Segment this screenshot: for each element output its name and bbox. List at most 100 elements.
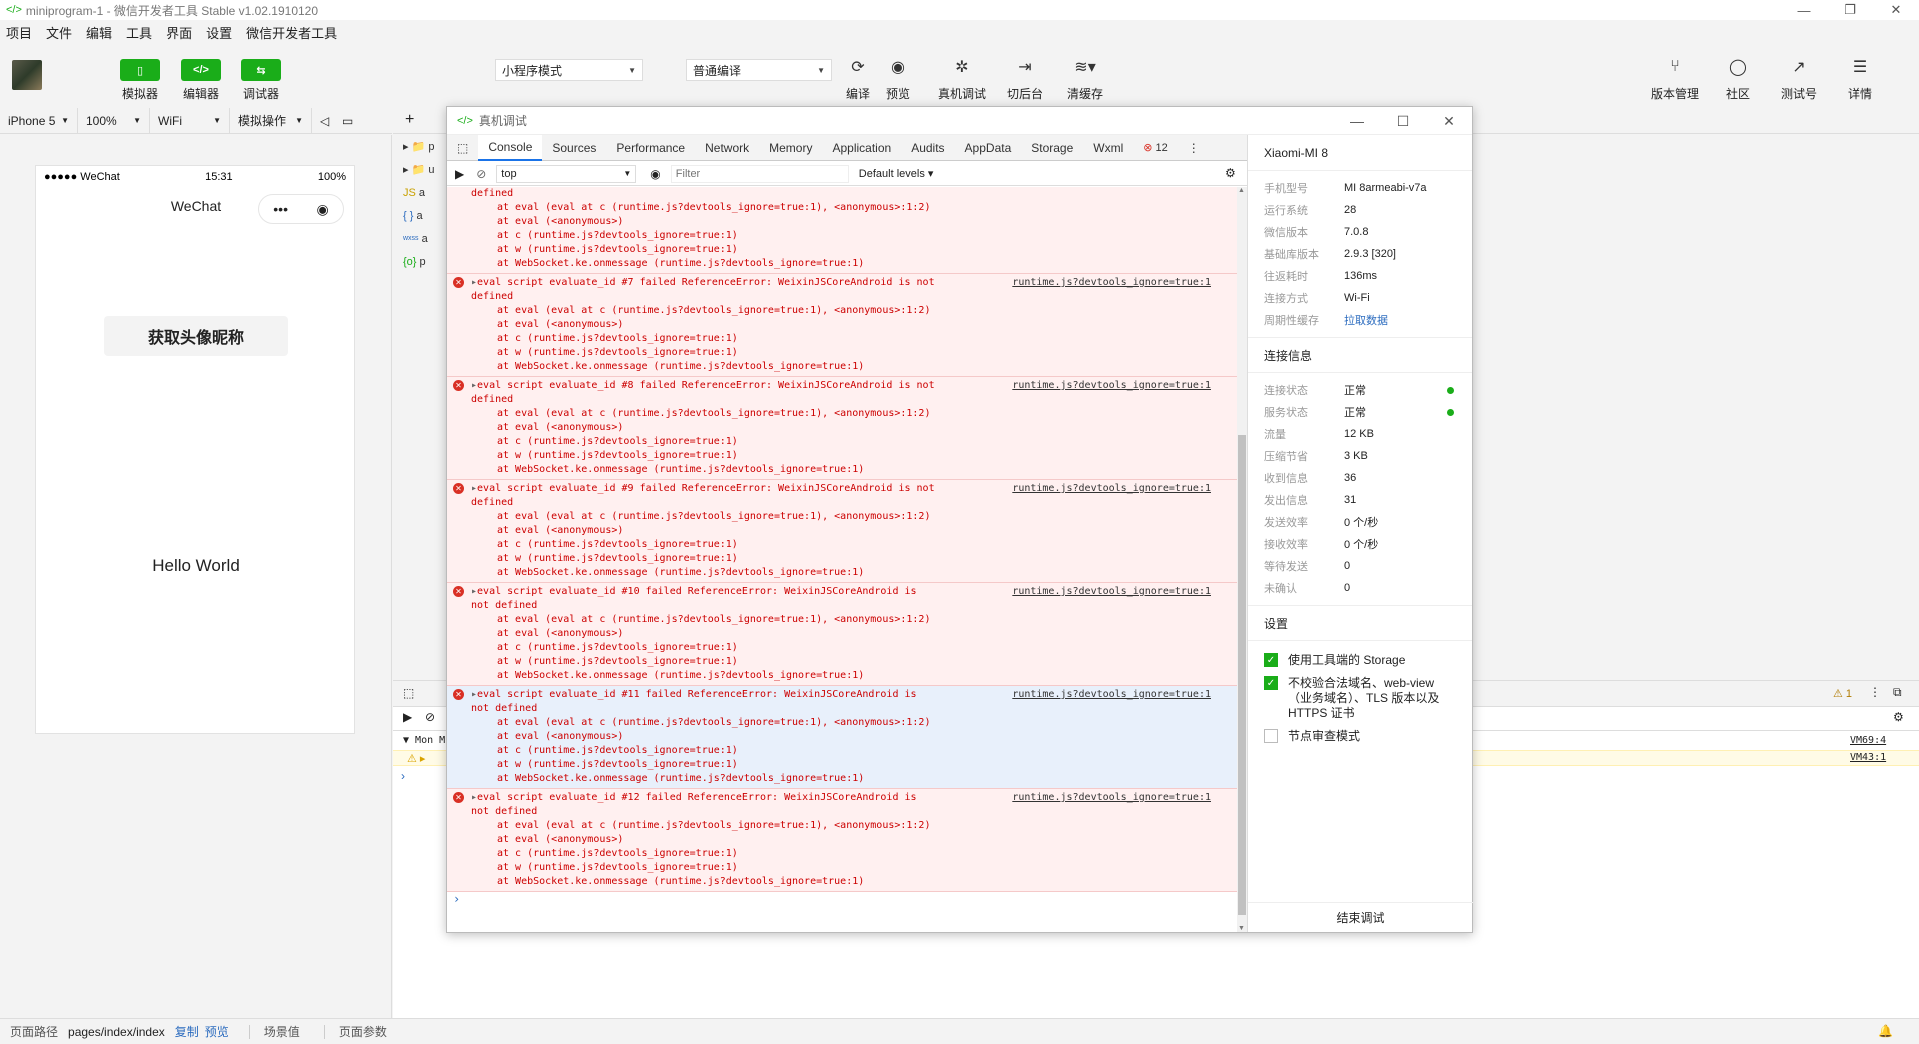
page-params-button[interactable]: 页面参数 <box>339 1023 387 1040</box>
tree-item[interactable]: JS a <box>393 181 449 204</box>
menu-item[interactable]: 界面 <box>166 23 192 42</box>
refresh-icon[interactable]: ⟳ <box>838 56 878 78</box>
tree-item[interactable]: ▸ 📁 p <box>393 135 449 158</box>
more-vert-icon[interactable]: ⋮ <box>1178 135 1210 161</box>
layers-icon[interactable]: ≋▾ <box>1065 56 1105 78</box>
preview-link[interactable]: 预览 <box>205 1023 229 1040</box>
source-link[interactable]: runtime.js?devtools_ignore=true:1 <box>1012 585 1211 599</box>
test-account-button[interactable]: 测试号 <box>1764 85 1834 102</box>
preview-button[interactable]: 预览 <box>863 85 933 102</box>
menu-item[interactable]: 微信开发者工具 <box>246 23 337 42</box>
log-entry[interactable]: ✕ ▸eval script evaluate_id #7 failed Refe… <box>447 274 1237 377</box>
tab-storage[interactable]: Storage <box>1021 135 1083 161</box>
eye-icon[interactable]: ◉ <box>650 167 660 181</box>
source-link[interactable]: runtime.js?devtools_ignore=true:1 <box>1012 379 1211 393</box>
context-select[interactable]: top ▼ <box>496 164 637 183</box>
settings-icon[interactable]: ⚙ <box>1225 166 1236 180</box>
tree-item[interactable]: { } a <box>393 204 449 227</box>
external-link-icon[interactable]: ↗ <box>1779 56 1819 78</box>
get-avatar-button[interactable]: 获取头像昵称 <box>104 316 288 356</box>
source-link[interactable]: VM69:4 <box>1850 735 1886 746</box>
clear-console-icon[interactable]: ⊘ <box>476 167 486 181</box>
maximize-button[interactable]: ☐ <box>1380 107 1426 135</box>
menu-item[interactable]: 项目 <box>6 23 32 42</box>
tab-wxml[interactable]: Wxml <box>1083 135 1133 161</box>
menu-item[interactable]: 设置 <box>206 23 232 42</box>
tab-console[interactable]: Console <box>478 134 543 161</box>
tab-audits[interactable]: Audits <box>901 135 954 161</box>
console-scrollbar[interactable]: ▲ ▼ <box>1237 187 1247 932</box>
tab-application[interactable]: Application <box>822 135 901 161</box>
menu-item[interactable]: 工具 <box>126 23 152 42</box>
maximize-button[interactable]: ❐ <box>1827 0 1873 20</box>
log-entry[interactable]: ✕ ▸eval script evaluate_id #9 failed Refe… <box>447 480 1237 583</box>
mode-select[interactable]: 小程序模式 ▼ <box>495 59 643 81</box>
levels-select[interactable]: Default levels ▾ <box>859 167 934 180</box>
bug-icon[interactable]: ✲ <box>942 56 982 78</box>
scroll-down-icon[interactable]: ▼ <box>1238 925 1245 932</box>
tab-appdata[interactable]: AppData <box>955 135 1022 161</box>
console-prompt[interactable]: › <box>447 892 1237 910</box>
branch-icon[interactable]: ⑂ <box>1655 56 1695 78</box>
zoom-select[interactable]: 100% ▼ <box>78 107 150 134</box>
inspect-element-icon[interactable]: ⬚ <box>447 135 478 161</box>
checkbox[interactable]: ✓ <box>1264 676 1278 690</box>
source-link[interactable]: runtime.js?devtools_ignore=true:1 <box>1012 482 1211 496</box>
settings-icon[interactable]: ⚙ <box>1893 710 1904 724</box>
scroll-up-icon[interactable]: ▲ <box>1238 187 1245 194</box>
warning-count[interactable]: ⚠ 1 <box>1833 687 1852 700</box>
tree-item[interactable]: wxss a <box>393 227 449 250</box>
sidebar-toggle-icon[interactable]: ▶ <box>403 710 412 724</box>
community-button[interactable]: 社区 <box>1703 85 1773 102</box>
details-button[interactable]: 详情 <box>1825 85 1895 102</box>
popout-icon[interactable]: ▭ <box>334 108 356 134</box>
close-button[interactable]: ✕ <box>1426 107 1472 135</box>
tree-item[interactable]: ▸ 📁 u <box>393 158 449 181</box>
tab-performance[interactable]: Performance <box>606 135 695 161</box>
more-icon[interactable]: ••• <box>273 201 288 217</box>
menu-item[interactable]: 编辑 <box>86 23 112 42</box>
minimize-button[interactable]: — <box>1781 0 1827 20</box>
info-value[interactable]: 拉取数据 <box>1344 312 1472 328</box>
checkbox[interactable]: ✓ <box>1264 653 1278 667</box>
setting-item[interactable]: 节点审查模式 <box>1248 725 1472 748</box>
remote-debug-button[interactable]: 真机调试 <box>927 85 997 102</box>
close-circle-icon[interactable]: ◉ <box>317 201 329 218</box>
checkbox[interactable] <box>1264 729 1278 743</box>
log-group[interactable]: ▼ Mon M <box>403 735 445 746</box>
inspect-icon[interactable]: ⬚ <box>403 686 414 700</box>
filter-input[interactable] <box>670 164 849 183</box>
bell-icon[interactable]: 🔔 <box>1878 1024 1893 1038</box>
source-link[interactable]: VM43:1 <box>1850 752 1886 763</box>
copy-link[interactable]: 复制 <box>175 1023 199 1040</box>
scrollbar-thumb[interactable] <box>1238 435 1246 915</box>
add-file-icon[interactable]: + <box>405 111 414 129</box>
editor-toggle[interactable]: </> <box>181 59 221 81</box>
tab-memory[interactable]: Memory <box>759 135 822 161</box>
source-link[interactable]: runtime.js?devtools_ignore=true:1 <box>1012 276 1211 290</box>
volume-icon[interactable]: ◁ <box>312 108 334 134</box>
console-prompt[interactable]: › <box>401 769 405 783</box>
tree-item[interactable]: {o} p <box>393 250 449 273</box>
compile-select[interactable]: 普通编译 ▼ <box>686 59 832 81</box>
network-select[interactable]: WiFi ▼ <box>150 107 230 134</box>
simulator-toggle[interactable]: ▯ <box>120 59 160 81</box>
log-entry[interactable]: ✕ ▸eval script evaluate_id #10 failed Ref… <box>447 583 1237 686</box>
tab-sources[interactable]: Sources <box>542 135 606 161</box>
minimize-button[interactable]: — <box>1334 107 1380 135</box>
menu-icon[interactable]: ☰ <box>1840 56 1880 78</box>
sidebar-toggle-icon[interactable]: ▶ <box>455 167 464 181</box>
setting-item[interactable]: ✓ 不校验合法域名、web-view（业务域名）、TLS 版本以及 HTTPS 证… <box>1248 672 1472 725</box>
debugger-toggle[interactable]: ⇆ <box>241 59 281 81</box>
log-entry[interactable]: defined at eval (eval at c (runtime.js?d… <box>447 187 1237 274</box>
clear-console-icon[interactable]: ⊘ <box>425 710 435 724</box>
undock-icon[interactable]: ⧉ <box>1893 685 1902 700</box>
source-link[interactable]: runtime.js?devtools_ignore=true:1 <box>1012 791 1211 805</box>
eye-icon[interactable]: ◉ <box>878 56 918 78</box>
clear-cache-button[interactable]: 清缓存 <box>1050 85 1120 102</box>
end-debug-button[interactable]: 结束调试 <box>1248 902 1473 932</box>
setting-item[interactable]: ✓ 使用工具端的 Storage <box>1248 649 1472 672</box>
close-button[interactable]: ✕ <box>1873 0 1919 20</box>
more-vert-icon[interactable]: ⋮ <box>1869 685 1881 699</box>
error-count-badge[interactable]: ⊗ 12 <box>1133 135 1177 161</box>
